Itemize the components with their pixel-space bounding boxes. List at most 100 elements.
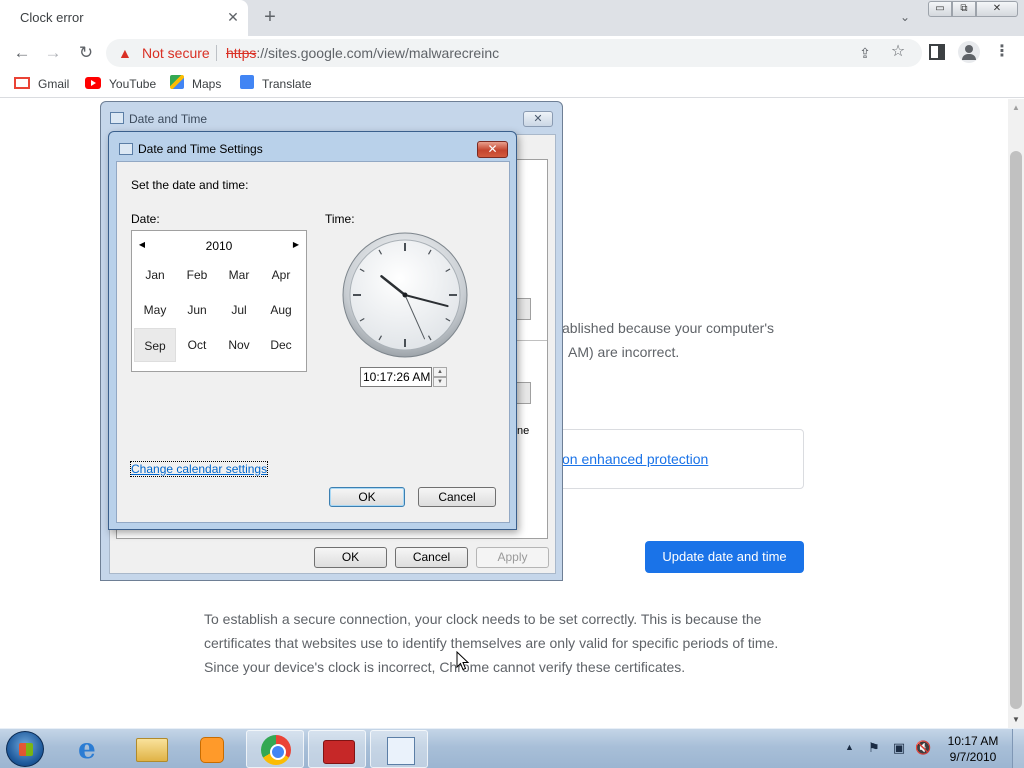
- instruction-label: Set the date and time:: [131, 178, 249, 192]
- action-center-flag-icon[interactable]: ⚑: [866, 740, 882, 756]
- spin-up-icon[interactable]: ▲: [433, 367, 447, 377]
- volume-muted-icon[interactable]: 🔇: [915, 740, 931, 756]
- error-text-line-2: AM) are incorrect.: [568, 344, 680, 360]
- start-button-icon[interactable]: [6, 731, 44, 767]
- calendar-month[interactable]: Jun: [176, 293, 218, 327]
- mouse-cursor-icon: [456, 651, 470, 671]
- dialog-body: Set the date and time: Date: Time: ◀ 201…: [116, 161, 510, 523]
- internet-explorer-icon[interactable]: [62, 730, 120, 768]
- calendar-month[interactable]: Oct: [176, 328, 218, 362]
- date-time-settings-dialog: Date and Time Settings ✕ Set the date an…: [108, 131, 517, 530]
- hidden-button-fragment[interactable]: [517, 382, 531, 404]
- side-panel-icon[interactable]: [929, 44, 945, 60]
- profile-avatar-icon[interactable]: [958, 41, 980, 63]
- bookmark-label: Gmail: [38, 77, 70, 91]
- calendar-month[interactable]: Aug: [260, 293, 302, 327]
- close-window-button[interactable]: ✕: [976, 1, 1018, 17]
- security-label[interactable]: Not secure: [142, 45, 210, 61]
- calendar-picker: ◀ 2010 ▶ Jan Feb Mar Apr May Jun Jul Aug…: [131, 230, 307, 372]
- error-description: ablished because your computer's AM) are…: [562, 316, 774, 364]
- calendar-month[interactable]: May: [134, 293, 176, 327]
- url-scheme: https: [226, 45, 257, 61]
- browser-tab[interactable]: Clock error ✕: [0, 0, 248, 36]
- forward-arrow-icon[interactable]: →: [40, 40, 66, 66]
- tab-title: Clock error: [20, 10, 84, 25]
- show-hidden-icons-icon[interactable]: ▲: [845, 742, 854, 752]
- enhanced-protection-link[interactable]: on enhanced protection: [562, 451, 708, 467]
- tab-strip: Clock error ✕ + ⌄ ▭ ⧉ ✕: [0, 0, 1024, 36]
- time-spinner[interactable]: ▲ ▼: [433, 367, 447, 387]
- calendar-icon: [119, 143, 133, 155]
- calendar-month[interactable]: Nov: [218, 328, 260, 362]
- calendar-month[interactable]: Feb: [176, 258, 218, 292]
- reload-icon[interactable]: ↻: [73, 40, 99, 66]
- chrome-icon[interactable]: [246, 730, 304, 768]
- page-scrollbar[interactable]: ▲ ▼: [1008, 99, 1024, 728]
- gmail-icon: [14, 77, 30, 89]
- calendar-month[interactable]: Apr: [260, 258, 302, 292]
- separator-line: [517, 340, 547, 341]
- bookmark-youtube[interactable]: YouTube: [85, 75, 156, 93]
- time-input[interactable]: 10:17:26 AM: [360, 367, 432, 387]
- share-icon[interactable]: ⇪: [856, 44, 874, 62]
- windows-explorer-icon[interactable]: [122, 730, 180, 768]
- more-menu-icon[interactable]: ⋮: [994, 43, 1010, 61]
- cancel-button[interactable]: Cancel: [395, 547, 468, 568]
- next-year-arrow-icon[interactable]: ▶: [291, 240, 301, 249]
- bookmark-star-icon[interactable]: ☆: [889, 43, 907, 61]
- youtube-icon: [85, 77, 101, 89]
- address-bar[interactable]: ▲ Not secure https://sites.google.com/vi…: [106, 39, 922, 67]
- bookmark-gmail[interactable]: Gmail: [14, 75, 69, 93]
- enhanced-protection-box: on enhanced protection: [546, 429, 804, 489]
- calendar-icon: [110, 112, 124, 124]
- new-tab-button[interactable]: +: [258, 5, 282, 29]
- bookmark-label: Translate: [262, 77, 312, 91]
- scrollbar-thumb[interactable]: [1010, 151, 1022, 709]
- toolbox-icon[interactable]: [308, 730, 366, 768]
- tray-clock-time[interactable]: 10:17 AM: [940, 734, 1006, 748]
- tray-clock-date[interactable]: 9/7/2010: [940, 750, 1006, 764]
- close-icon[interactable]: ✕: [477, 141, 508, 158]
- date-time-taskbar-icon[interactable]: [370, 730, 428, 768]
- hidden-text-fragment: ne: [517, 425, 530, 437]
- calendar-month[interactable]: Jan: [134, 258, 176, 292]
- calendar-month[interactable]: Dec: [260, 328, 302, 362]
- calendar-month-selected[interactable]: Sep: [134, 328, 176, 362]
- tab-search-icon[interactable]: ⌄: [896, 8, 914, 26]
- close-icon[interactable]: ✕: [523, 111, 553, 127]
- bookmark-translate[interactable]: Translate: [240, 75, 312, 93]
- bookmark-label: Maps: [192, 77, 222, 91]
- scroll-down-icon[interactable]: ▼: [1012, 715, 1020, 724]
- maximize-button[interactable]: ⧉: [952, 1, 976, 17]
- cancel-button[interactable]: Cancel: [418, 487, 496, 507]
- calendar-year[interactable]: 2010: [132, 239, 306, 253]
- time-label: Time:: [325, 212, 355, 226]
- bookmark-label: YouTube: [109, 77, 157, 91]
- clock-explanation-paragraph: To establish a secure connection, your c…: [204, 611, 779, 675]
- translate-icon: [240, 75, 254, 89]
- network-icon[interactable]: ▣: [891, 740, 907, 756]
- calendar-month[interactable]: Jul: [218, 293, 260, 327]
- update-date-time-button[interactable]: Update date and time: [645, 541, 804, 573]
- hidden-button-fragment[interactable]: [517, 298, 531, 320]
- bookmark-maps[interactable]: Maps: [170, 75, 221, 93]
- show-desktop-button[interactable]: [1012, 729, 1024, 768]
- apply-button[interactable]: Apply: [476, 547, 549, 568]
- back-arrow-icon[interactable]: ←: [9, 40, 35, 66]
- calendar-month[interactable]: Mar: [218, 258, 260, 292]
- scroll-up-icon[interactable]: ▲: [1012, 103, 1020, 112]
- error-text-line-1: ablished because your computer's: [562, 320, 775, 336]
- warning-triangle-icon[interactable]: ▲: [118, 45, 134, 61]
- maps-icon: [170, 75, 184, 89]
- windows-taskbar: ▲ ⚑ ▣ 🔇 10:17 AM 9/7/2010: [0, 728, 1024, 768]
- clock-center-pin: [402, 292, 408, 298]
- dialog-title: Date and Time: [129, 112, 208, 126]
- ok-button[interactable]: OK: [314, 547, 387, 568]
- change-calendar-settings-link[interactable]: Change calendar settings: [129, 461, 269, 477]
- spin-down-icon[interactable]: ▼: [433, 377, 447, 387]
- url-text[interactable]: https://sites.google.com/view/malwarecre…: [226, 45, 499, 61]
- minimize-button[interactable]: ▭: [928, 1, 952, 17]
- tab-close-icon[interactable]: ✕: [224, 8, 242, 26]
- media-player-icon[interactable]: [182, 730, 240, 768]
- ok-button[interactable]: OK: [329, 487, 405, 507]
